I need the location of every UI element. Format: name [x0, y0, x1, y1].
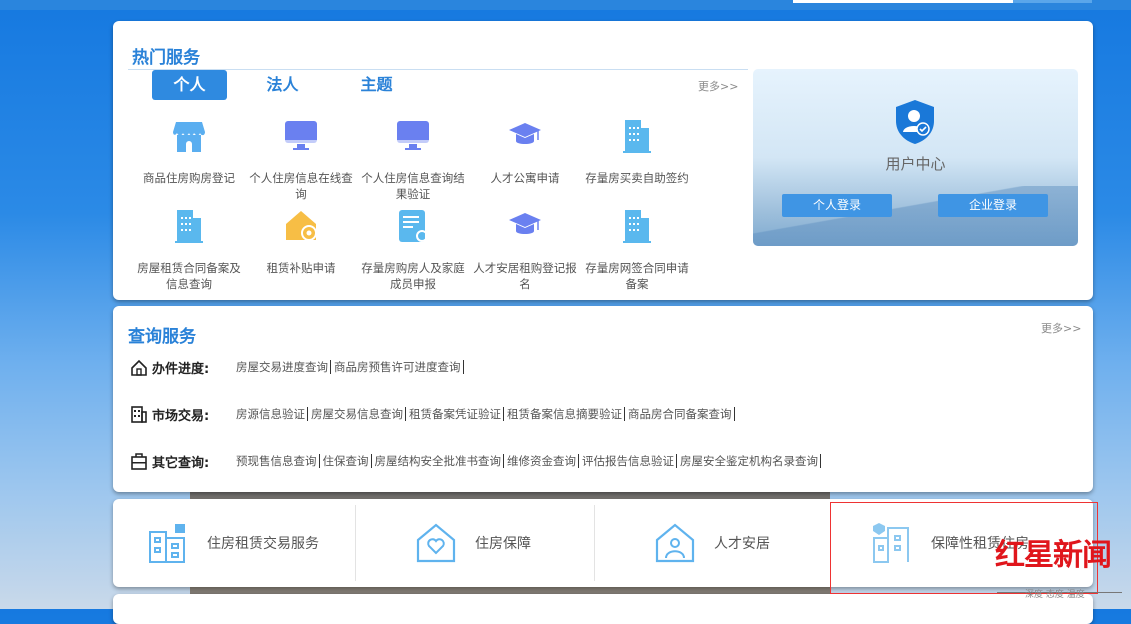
service-item[interactable]: 个人住房信息在线查询: [245, 118, 357, 202]
query-link[interactable]: 房屋交易进度查询: [236, 360, 331, 374]
query-row-label: 市场交易:: [152, 408, 210, 424]
query-link[interactable]: 商品房合同备案查询: [628, 407, 735, 421]
query-link[interactable]: 住保查询: [323, 454, 372, 468]
hot-services-title: 热门服务: [132, 48, 200, 68]
query-link[interactable]: 房屋安全鉴定机构名录查询: [680, 454, 821, 468]
query-row-label: 办件进度:: [152, 361, 210, 377]
query-link[interactable]: 商品房预售许可进度查询: [334, 360, 464, 374]
user-center-title: 用户中心: [885, 155, 946, 173]
service-label: 个人住房信息查询结果验证: [361, 171, 465, 201]
building-icon: [623, 120, 651, 153]
category-label: 住房保障: [475, 536, 531, 552]
category-label: 人才安居: [714, 536, 770, 552]
service-item[interactable]: 商品住房购房登记: [133, 118, 245, 186]
query-row: 办件进度: 房屋交易进度查询 商品房预售许可进度查询: [130, 357, 467, 377]
service-item[interactable]: 房屋租赁合同备案及信息查询: [133, 208, 245, 292]
query-link[interactable]: 房屋交易信息查询: [311, 407, 406, 421]
service-item[interactable]: 存量房买卖自助签约: [581, 118, 693, 186]
query-link[interactable]: 租赁备案凭证验证: [409, 407, 504, 421]
service-label: 人才安居租购登记报名: [473, 261, 577, 291]
service-item[interactable]: 人才公寓申请: [469, 118, 581, 186]
hot-services-card: 热门服务 个人 法人 主题 更多>> 商品住房购房登记 个人住房信息在线查询 个人住…: [113, 21, 1093, 300]
service-label: 租赁补贴申请: [266, 261, 336, 275]
building-icon: [623, 210, 651, 243]
query-link[interactable]: 预现售信息查询: [236, 454, 320, 468]
query-link[interactable]: 房屋结构安全批准书查询: [375, 454, 504, 468]
housing-security[interactable]: 住房保障: [415, 499, 531, 587]
watermark-tagline: 深度 态度 温度: [1025, 590, 1085, 600]
shield-user-icon: [896, 100, 934, 144]
service-item[interactable]: 人才安居租购登记报名: [469, 208, 581, 292]
monitor-icon: [397, 121, 429, 150]
query-link[interactable]: 房源信息验证: [236, 407, 308, 421]
query-link[interactable]: 评估报告信息验证: [582, 454, 677, 468]
tab-legal-person[interactable]: 法人: [245, 70, 320, 100]
rental-transaction-service[interactable]: 住房租赁交易服务: [147, 499, 319, 587]
building-icon: [175, 210, 203, 243]
tab-theme[interactable]: 主题: [339, 70, 414, 100]
briefcase-icon: [131, 452, 147, 470]
enterprise-login-button[interactable]: 企业登录: [938, 194, 1048, 217]
personal-login-button[interactable]: 个人登录: [782, 194, 892, 217]
search-button[interactable]: [1013, 0, 1092, 3]
query-services-title: 查询服务: [128, 327, 196, 347]
market-building-icon: [131, 405, 147, 423]
service-item[interactable]: 个人住房信息查询结果验证: [357, 118, 469, 202]
category-label: 住房租赁交易服务: [207, 536, 319, 552]
next-card: [113, 594, 1093, 624]
graduation-cap-icon: [509, 213, 541, 234]
house-icon: [286, 211, 317, 241]
query-services-card: 查询服务 更多>> 办件进度: 房屋交易进度查询 商品房预售许可进度查询市场交易: 房…: [113, 306, 1093, 492]
talent-housing[interactable]: 人才安居: [654, 499, 770, 587]
service-item[interactable]: 存量房网签合同申请备案: [581, 208, 693, 292]
house-person-icon: [655, 523, 695, 563]
buildings-icon: [149, 524, 185, 563]
service-item[interactable]: 租赁补贴申请: [245, 208, 357, 276]
query-link[interactable]: 维修资金查询: [507, 454, 579, 468]
query-more-link[interactable]: 更多>>: [1041, 320, 1081, 336]
service-label: 人才公寓申请: [490, 171, 560, 185]
query-row: 市场交易: 房源信息验证 房屋交易信息查询 租赁备案凭证验证 租赁备案信息摘要验证 商品房…: [130, 404, 738, 424]
service-label: 存量房买卖自助签约: [585, 171, 689, 185]
monitor-icon: [285, 121, 317, 150]
store-icon: [173, 122, 205, 152]
query-row: 其它查询: 预现售信息查询 住保查询 房屋结构安全批准书查询 维修资金查询 评估报告信息验…: [130, 451, 824, 471]
service-label: 商品住房购房登记: [143, 171, 235, 185]
graduation-cap-icon: [509, 123, 541, 144]
document-search-icon: [399, 210, 428, 242]
progress-house-icon: [131, 359, 147, 376]
tab-personal[interactable]: 个人: [152, 70, 227, 100]
search-input[interactable]: [793, 0, 1013, 3]
user-center-panel: 用户中心 个人登录 企业登录: [753, 69, 1078, 246]
more-link[interactable]: 更多>>: [698, 78, 738, 94]
service-label: 存量房网签合同申请备案: [585, 261, 689, 291]
house-heart-icon: [416, 523, 456, 563]
query-row-label: 其它查询:: [152, 455, 210, 471]
service-label: 存量房购房人及家庭成员申报: [361, 261, 465, 291]
service-label: 个人住房信息在线查询: [249, 171, 353, 201]
query-link[interactable]: 租赁备案信息摘要验证: [507, 407, 625, 421]
watermark-logo: 红星新闻: [995, 538, 1112, 573]
service-item[interactable]: 存量房购房人及家庭成员申报: [357, 208, 469, 292]
service-label: 房屋租赁合同备案及信息查询: [137, 261, 241, 291]
